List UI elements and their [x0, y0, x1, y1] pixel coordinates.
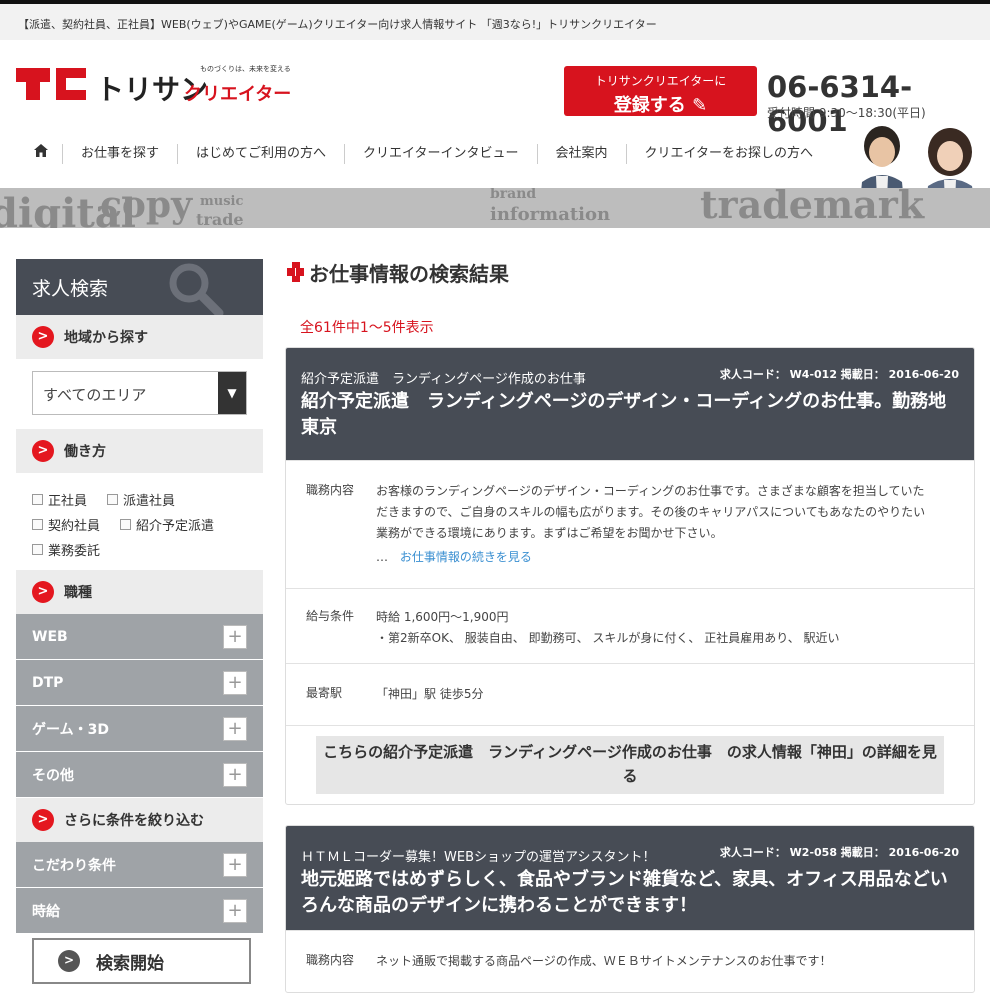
site-description: 【派遣、契約社員、正社員】WEB(ウェブ)やGAME(ゲーム)クリエイター向け求… — [18, 18, 657, 31]
search-start-button[interactable]: > 検索開始 — [32, 938, 251, 984]
category-dtp[interactable]: DTP + — [16, 660, 263, 706]
plus-icon[interactable]: + — [223, 671, 247, 695]
job-station-row: 最寄駅 「神田」駅 徒歩5分 — [286, 663, 974, 725]
area-select-value: すべてのエリア — [43, 386, 147, 404]
job-card: ＨＴＭＬコーダー募集！WEBショップの運営アシスタント！ 求人コード： W2-0… — [285, 825, 975, 993]
register-button[interactable]: トリサンクリエイターに 登録する ✎ — [564, 66, 757, 116]
work-heading: 働き方 — [64, 444, 106, 460]
category-hourly-wage[interactable]: 時給 + — [16, 888, 263, 934]
puzzle-icon — [287, 262, 304, 282]
job-card-header: ＨＴＭＬコーダー募集！WEBショップの運営アシスタント！ 求人コード： W2-0… — [286, 826, 974, 930]
sidebar-title: 求人検索 — [32, 278, 109, 300]
site-logo[interactable]: トリサン クリエイター ものづくりは、未来を変える — [16, 64, 296, 108]
banner-word: brand — [490, 188, 537, 202]
work-section-heading: > 働き方 — [16, 429, 263, 473]
plus-icon[interactable]: + — [223, 899, 247, 923]
register-line2: 登録する — [613, 95, 686, 116]
narrow-heading: さらに条件を絞り込む — [64, 813, 204, 829]
page-title-text: お仕事情報の検索結果 — [309, 261, 509, 286]
search-start-label: 検索開始 — [96, 953, 164, 974]
search-sidebar: 求人検索 > 地域から探す すべてのエリア ▼ > 働き方 正社員 派遣社員 契… — [16, 259, 263, 984]
nav-item-interview[interactable]: クリエイターインタビュー — [344, 144, 536, 164]
pencil-icon: ✎ — [692, 95, 708, 116]
job-title[interactable]: 紹介予定派遣 ランディングページのデザイン・コーディングのお仕事。勤務地 東京 — [301, 389, 964, 441]
chevron-right-icon: > — [32, 440, 54, 462]
salary-text: 時給 1,600円〜1,900円 — [376, 610, 509, 624]
plus-icon[interactable]: + — [223, 717, 247, 741]
duty-label: 職務内容 — [306, 483, 355, 497]
chevron-right-icon: > — [32, 809, 54, 831]
logo-sub: クリエイター — [184, 84, 292, 105]
job-salary-row: 給与条件 時給 1,600円〜1,900円 ・第2新卒OK、 服装自由、 即勤務… — [286, 588, 974, 663]
banner-word: music — [200, 194, 244, 209]
station-text: 「神田」駅 徒歩5分 — [376, 687, 484, 701]
magnifier-icon — [169, 263, 224, 315]
job-type-heading: 職種 — [64, 585, 92, 601]
area-heading: 地域から探す — [64, 330, 148, 346]
duty-label: 職務内容 — [306, 953, 355, 967]
hero-banner: digital copy music trade brand informati… — [0, 188, 990, 228]
job-duty-row: 職務内容 お客様のランディングページのデザイン・コーディングのお仕事です。さまざ… — [286, 460, 974, 588]
plus-icon[interactable]: + — [223, 853, 247, 877]
banner-word: information — [490, 204, 611, 225]
checkbox-contract[interactable]: 契約社員 — [32, 515, 100, 534]
checkbox-dispatch[interactable]: 派遣社員 — [107, 490, 175, 509]
read-more-link[interactable]: お仕事情報の続きを見る — [400, 550, 532, 564]
checkbox-outsourcing[interactable]: 業務委託 — [32, 540, 100, 559]
sidebar-header: 求人検索 — [16, 259, 263, 315]
banner-word: trademark — [700, 188, 925, 227]
chevron-right-icon: > — [58, 950, 80, 972]
nav-item-company[interactable]: 会社案内 — [536, 144, 626, 164]
job-type-section-heading: > 職種 — [16, 570, 263, 614]
work-style-options: 正社員 派遣社員 契約社員 紹介予定派遣 業務委託 — [16, 473, 263, 570]
banner-word: copy — [100, 188, 193, 226]
plus-icon[interactable]: + — [223, 763, 247, 787]
search-results: お仕事情報の検索結果 全61件中1〜5件表示 紹介予定派遣 ランディングページ作… — [285, 255, 975, 993]
dropdown-arrow-icon: ▼ — [218, 372, 246, 414]
page-title: お仕事情報の検索結果 — [285, 255, 975, 289]
area-section-heading: > 地域から探す — [16, 315, 263, 359]
salary-label: 給与条件 — [306, 609, 355, 623]
nav-item-first-time[interactable]: はじめてご利用の方へ — [177, 144, 344, 164]
main-nav: お仕事を探す はじめてご利用の方へ クリエイターインタビュー 会社案内 クリエイ… — [0, 126, 990, 224]
category-game-3d[interactable]: ゲーム・3D + — [16, 706, 263, 752]
business-hours: 受付時間 9:30〜18:30(平日) — [767, 106, 926, 120]
area-select[interactable]: すべてのエリア ▼ — [32, 371, 247, 415]
station-label: 最寄駅 — [306, 686, 343, 700]
job-detail-button[interactable]: こちらの紹介予定派遣 ランディングページ作成のお仕事 の求人情報「神田」の詳細を… — [316, 736, 944, 794]
job-meta: 求人コード： W2-058 掲載日： 2016-06-20 — [719, 846, 959, 859]
home-icon[interactable] — [20, 144, 62, 164]
duty-text: ネット通販で掲載する商品ページの作成、ＷＥＢサイトメンテナンスのお仕事です！ — [376, 954, 832, 968]
register-line1: トリサンクリエイターに — [594, 74, 727, 88]
job-duty-row: 職務内容 ネット通販で掲載する商品ページの作成、ＷＥＢサイトメンテナンスのお仕事… — [286, 930, 974, 992]
checkbox-temp-to-hire[interactable]: 紹介予定派遣 — [120, 515, 214, 534]
checkbox-fulltime[interactable]: 正社員 — [32, 490, 87, 509]
category-other[interactable]: その他 + — [16, 752, 263, 798]
category-web[interactable]: WEB + — [16, 614, 263, 660]
logo-tagline: ものづくりは、未来を変える — [200, 65, 291, 73]
job-title[interactable]: 地元姫路ではめずらしく、食品やブランド雑貨など、家具、オフィス用品などいろんな商… — [301, 867, 959, 919]
nav-item-for-employers[interactable]: クリエイターをお探しの方へ — [625, 144, 831, 164]
narrow-section-heading: > さらに条件を絞り込む — [16, 798, 263, 842]
header: トリサン クリエイター ものづくりは、未来を変える トリサンクリエイターに 登録… — [0, 40, 990, 138]
nav-item-find-jobs[interactable]: お仕事を探す — [62, 144, 177, 164]
result-count: 全61件中1〜5件表示 — [300, 320, 434, 336]
job-meta: 求人コード： W4-012 掲載日： 2016-06-20 — [719, 368, 959, 381]
plus-icon[interactable]: + — [223, 625, 247, 649]
category-preferences[interactable]: こだわり条件 + — [16, 842, 263, 888]
banner-word: trade — [196, 210, 244, 228]
job-card-header: 紹介予定派遣 ランディングページ作成のお仕事 求人コード： W4-012 掲載日… — [286, 348, 974, 460]
perks-text: ・第2新卒OK、 服装自由、 即勤務可、 スキルが身に付く、 正社員雇用あり、 … — [376, 631, 840, 645]
top-bar: 【派遣、契約社員、正社員】WEB(ウェブ)やGAME(ゲーム)クリエイター向け求… — [0, 0, 990, 40]
chevron-right-icon: > — [32, 326, 54, 348]
job-card: 紹介予定派遣 ランディングページ作成のお仕事 求人コード： W4-012 掲載日… — [285, 347, 975, 805]
duty-text: お客様のランディングページのデザイン・コーディングのお仕事です。さまざまな顧客を… — [376, 484, 926, 540]
chevron-right-icon: > — [32, 581, 54, 603]
